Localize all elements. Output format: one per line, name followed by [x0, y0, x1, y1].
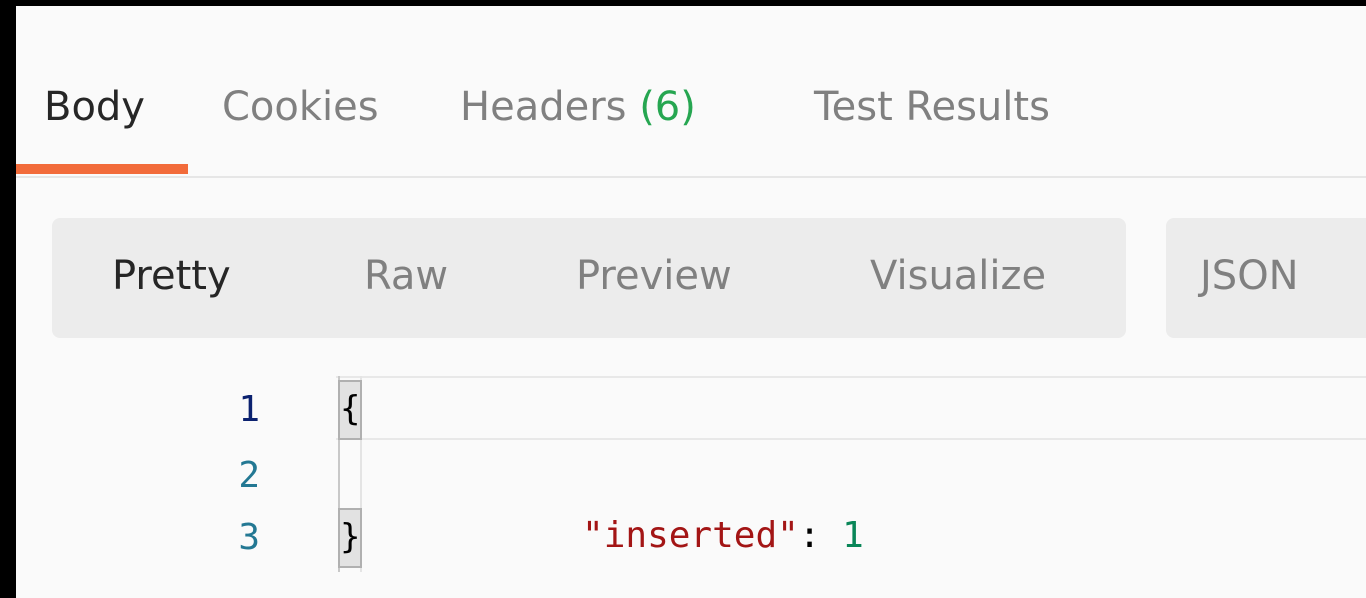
response-body-editor[interactable]: 1 2 3 { "inserted": 1 }	[16, 376, 1366, 598]
open-brace: {	[338, 380, 362, 440]
tab-headers-label: Headers	[460, 84, 627, 130]
visualize-button[interactable]: Visualize	[870, 248, 1046, 304]
language-select[interactable]: JSON	[1166, 218, 1366, 338]
active-tab-indicator	[16, 164, 188, 174]
tab-cookies-label: Cookies	[222, 84, 379, 130]
code-line-2: "inserted": 1	[452, 446, 864, 598]
preview-button-label: Preview	[576, 253, 732, 299]
pretty-button[interactable]: Pretty	[112, 248, 231, 304]
raw-button[interactable]: Raw	[364, 248, 448, 304]
json-key: "inserted"	[582, 515, 799, 556]
tab-body[interactable]: Body	[44, 82, 145, 132]
preview-button[interactable]: Preview	[576, 248, 732, 304]
json-separator: :	[798, 515, 843, 556]
visualize-button-label: Visualize	[870, 253, 1047, 299]
raw-button-label: Raw	[364, 253, 449, 299]
headers-count-badge: (6)	[639, 84, 696, 130]
response-panel: Body Cookies Headers (6) Test Results Pr…	[16, 6, 1366, 598]
view-mode-toolbar: Pretty Raw Preview Visualize	[52, 218, 1126, 338]
current-line-highlight	[336, 376, 1366, 440]
line-number: 3	[238, 517, 260, 558]
json-value: 1	[842, 515, 864, 556]
response-tabs: Body Cookies Headers (6) Test Results	[16, 6, 1366, 178]
tab-body-label: Body	[44, 84, 145, 130]
tab-headers[interactable]: Headers (6)	[460, 82, 696, 132]
line-number: 2	[238, 455, 260, 496]
tab-test-results[interactable]: Test Results	[814, 82, 1050, 132]
line-number: 1	[238, 389, 260, 430]
language-select-value: JSON	[1200, 253, 1299, 299]
tab-test-results-label: Test Results	[814, 84, 1050, 130]
close-brace: }	[338, 508, 362, 568]
tab-cookies[interactable]: Cookies	[222, 82, 379, 132]
pretty-button-label: Pretty	[112, 253, 231, 299]
